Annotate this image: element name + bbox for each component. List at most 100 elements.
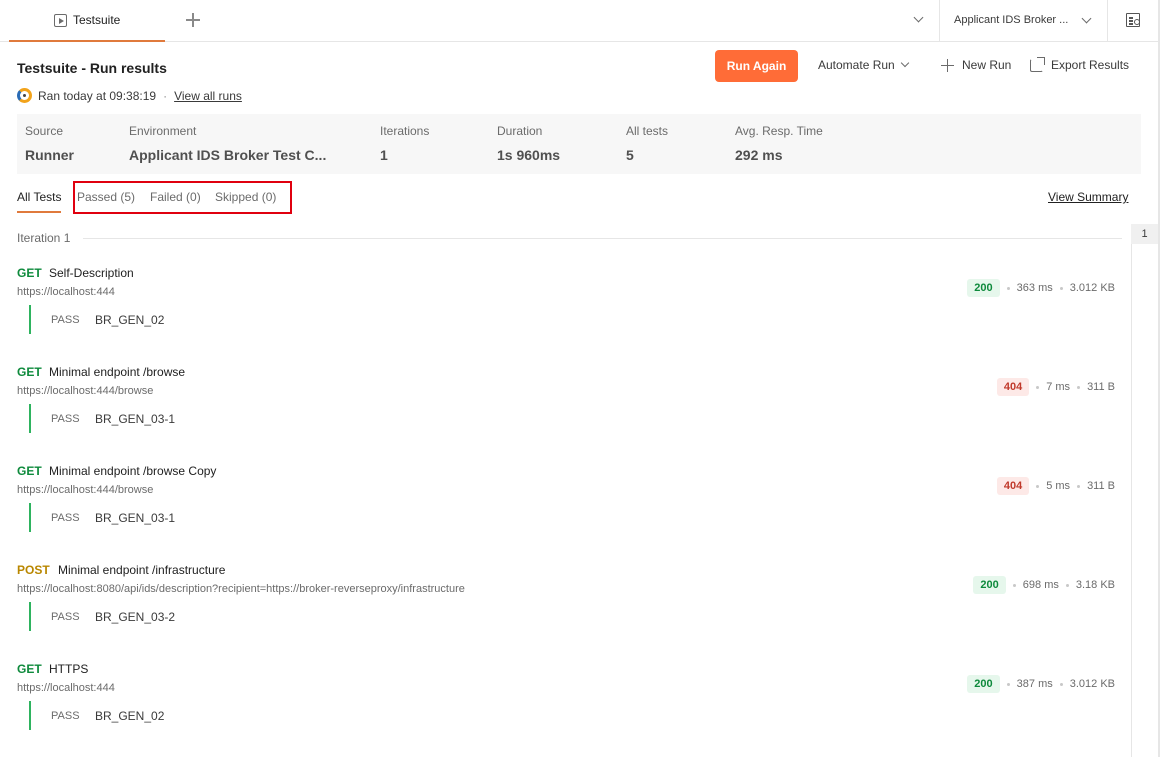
stat-all-tests: All tests 5: [626, 124, 668, 163]
iteration-number-button[interactable]: 1: [1131, 224, 1158, 244]
test-result: PASS BR_GEN_03-1: [29, 503, 175, 532]
test-result: PASS BR_GEN_02: [29, 305, 164, 334]
test-status: PASS: [51, 610, 80, 623]
request-row[interactable]: GET Minimal endpoint /browse Copy https:…: [17, 464, 1117, 563]
response-meta: 200 387 ms 3.012 KB: [967, 675, 1115, 693]
response-time: 387 ms: [1016, 678, 1053, 690]
response-meta: 200 698 ms 3.18 KB: [973, 576, 1115, 594]
test-status: PASS: [51, 313, 80, 326]
tab-failed[interactable]: Failed (0): [150, 190, 201, 204]
request-row[interactable]: POST Minimal endpoint /infrastructure ht…: [17, 563, 1117, 662]
view-summary-link[interactable]: View Summary: [1048, 190, 1128, 204]
status-badge: 200: [973, 576, 1006, 594]
plus-icon: [941, 58, 954, 72]
response-meta: 200 363 ms 3.012 KB: [967, 279, 1115, 297]
request-url: https://localhost:444/browse: [17, 484, 154, 496]
request-name[interactable]: Self-Description: [49, 266, 134, 280]
runner-avatar-icon: [17, 88, 32, 103]
separator-dot: [1012, 583, 1016, 587]
test-name: BR_GEN_03-2: [95, 609, 176, 624]
response-size: 3.012 KB: [1069, 282, 1115, 294]
view-all-runs-link[interactable]: View all runs: [174, 89, 242, 103]
run-summary-panel: Source Runner Environment Applicant IDS …: [17, 114, 1141, 174]
request-name[interactable]: Minimal endpoint /browse: [49, 365, 185, 379]
stat-value: 1s 960ms: [497, 147, 561, 163]
response-size: 3.012 KB: [1069, 678, 1115, 690]
request-method: GET: [17, 365, 42, 379]
tab-skipped[interactable]: Skipped (0): [215, 190, 276, 204]
stat-value: Applicant IDS Broker Test C...: [129, 147, 327, 163]
response-time: 698 ms: [1022, 579, 1059, 591]
environment-quick-look-icon[interactable]: [1126, 13, 1140, 27]
test-name: BR_GEN_02: [95, 312, 165, 327]
stat-label: Iterations: [380, 124, 430, 138]
new-run-label: New Run: [962, 58, 1012, 72]
export-results-button[interactable]: Export Results: [1030, 56, 1130, 72]
status-badge: 404: [996, 477, 1030, 495]
separator-dot: [1006, 682, 1010, 686]
stat-duration: Duration 1s 960ms: [497, 124, 560, 163]
response-meta: 404 5 ms 311 B: [996, 477, 1115, 495]
environment-selector[interactable]: Applicant IDS Broker ...: [954, 14, 1068, 26]
test-name: BR_GEN_03-1: [95, 510, 176, 525]
separator: ·: [163, 88, 168, 103]
request-url: https://localhost:444/browse: [17, 385, 154, 397]
test-name: BR_GEN_02: [95, 708, 165, 723]
export-icon: [1030, 56, 1045, 72]
stat-avg-resp-time: Avg. Resp. Time 292 ms: [735, 124, 823, 163]
stat-source: Source Runner: [25, 124, 74, 163]
request-name[interactable]: Minimal endpoint /infrastructure: [58, 563, 225, 577]
request-name[interactable]: Minimal endpoint /browse Copy: [49, 464, 216, 478]
stat-label: Avg. Resp. Time: [735, 124, 823, 138]
tab-bar: Testsuite Applicant IDS Broker ...: [0, 0, 1160, 42]
tabs-dropdown-chevron-icon[interactable]: [913, 12, 924, 23]
page-title: Testsuite - Run results: [17, 60, 167, 76]
iteration-rail: [1131, 224, 1158, 757]
run-info: Ran today at 09:38:19 · View all runs: [17, 88, 242, 103]
separator-dot: [1059, 682, 1063, 686]
export-results-label: Export Results: [1051, 58, 1130, 72]
response-time: 363 ms: [1016, 282, 1053, 294]
automate-run-button[interactable]: Automate Run: [818, 58, 909, 72]
request-row[interactable]: GET HTTPS https://localhost:444 200 387 …: [17, 662, 1117, 757]
status-badge: 200: [967, 279, 1000, 297]
test-status: PASS: [51, 709, 80, 722]
environment-chevron-down-icon[interactable]: [1081, 13, 1092, 24]
new-run-button[interactable]: New Run: [941, 58, 1011, 72]
test-status: PASS: [51, 412, 80, 425]
response-time: 5 ms: [1046, 480, 1071, 492]
stat-value: Runner: [25, 147, 74, 163]
request-url: https://localhost:444: [17, 682, 115, 694]
stat-label: All tests: [626, 124, 669, 138]
request-row[interactable]: GET Minimal endpoint /browse https://loc…: [17, 365, 1117, 464]
test-result: PASS BR_GEN_03-1: [29, 404, 175, 433]
tab-testsuite[interactable]: Testsuite: [9, 0, 165, 42]
tab-label: Testsuite: [73, 13, 121, 27]
tab-all-tests[interactable]: All Tests: [17, 190, 62, 213]
separator-dot: [1065, 583, 1069, 587]
stat-value: 292 ms: [735, 147, 783, 163]
request-url: https://localhost:444: [17, 286, 115, 298]
status-badge: 200: [967, 675, 1000, 693]
response-size: 3.18 KB: [1075, 579, 1115, 591]
test-result: PASS BR_GEN_03-2: [29, 602, 175, 631]
stat-value: 5: [626, 147, 634, 163]
new-tab-plus-icon[interactable]: [185, 12, 201, 28]
run-again-button[interactable]: Run Again: [715, 50, 798, 82]
stat-label: Duration: [497, 124, 543, 138]
divider: [939, 0, 940, 42]
response-size: 311 B: [1087, 480, 1115, 492]
tab-passed[interactable]: Passed (5): [77, 190, 135, 204]
request-name[interactable]: HTTPS: [49, 662, 88, 676]
stat-environment: Environment Applicant IDS Broker Test C.…: [129, 124, 326, 163]
separator-dot: [1059, 286, 1063, 290]
separator-dot: [1077, 484, 1081, 488]
response-meta: 404 7 ms 311 B: [996, 378, 1115, 396]
chevron-down-icon: [900, 58, 909, 68]
separator-dot: [1036, 385, 1040, 389]
request-method: POST: [17, 563, 50, 577]
separator-dot: [1036, 484, 1040, 488]
request-method: GET: [17, 464, 42, 478]
request-row[interactable]: GET Self-Description https://localhost:4…: [17, 266, 1117, 365]
test-name: BR_GEN_03-1: [95, 411, 176, 426]
